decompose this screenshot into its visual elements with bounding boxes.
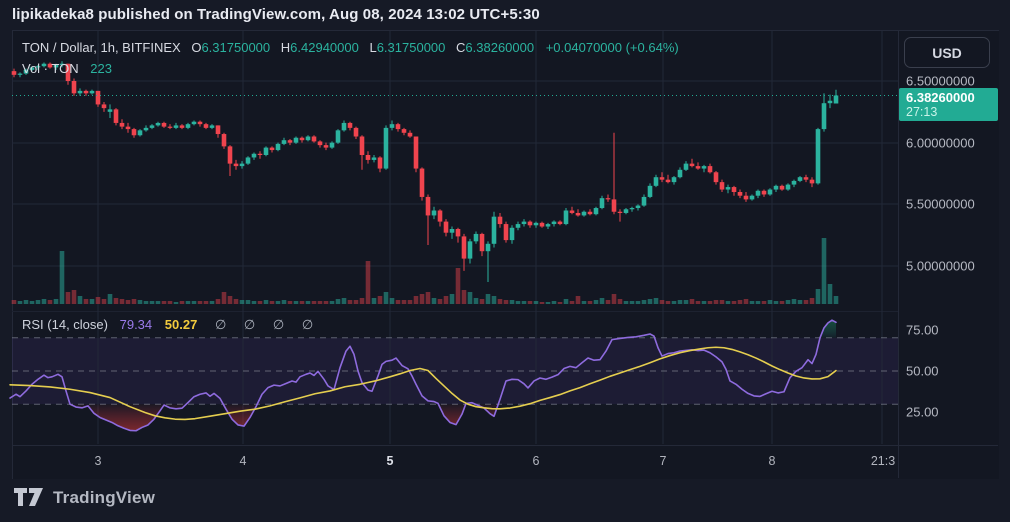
- volume-label: Vol · TON: [22, 61, 79, 76]
- time-axis-label: 6: [532, 454, 540, 468]
- high-label: H: [280, 40, 291, 55]
- rsi-ma-value: 50.27: [164, 317, 198, 332]
- change-value: +0.04070000 (+0.64%): [545, 40, 679, 55]
- close-value: 6.38260000: [465, 40, 535, 55]
- rsi-label: RSI (14, close): [22, 317, 108, 332]
- axis-price-label: 50.00: [906, 363, 939, 379]
- symbol-legend[interactable]: TON / Dollar, 1h, BITFINEX O6.31750000 H…: [22, 40, 679, 55]
- volume-legend[interactable]: Vol · TON 223: [22, 61, 112, 76]
- time-axis-label: 3: [94, 454, 102, 468]
- axis-price-label: 5.00000000: [906, 258, 975, 274]
- rsi-flag-icon: ∅: [301, 317, 314, 332]
- time-axis-label: 21:3: [870, 454, 896, 468]
- tradingview-logo-icon[interactable]: [14, 488, 44, 508]
- high-value: 6.42940000: [290, 40, 359, 55]
- symbol-title: TON / Dollar, 1h, BITFINEX: [22, 40, 181, 55]
- axis-price-label: 6.50000000: [906, 73, 975, 89]
- axis-price-label: 6.00000000: [906, 135, 975, 151]
- rsi-flag-icon: ∅: [214, 317, 227, 332]
- time-axis[interactable]: 3 4 5 6 7 8 21:3: [12, 446, 898, 478]
- axis-price-label: 5.50000000: [906, 196, 975, 212]
- tradingview-snapshot: lipikadeka8 published on TradingView.com…: [0, 0, 1010, 522]
- last-price-badge: 6.38260000 27:13: [899, 88, 998, 122]
- rsi-legend[interactable]: RSI (14, close) 79.34 50.27 ∅ ∅ ∅ ∅: [22, 317, 313, 333]
- axis-price-label: 25.00: [906, 404, 939, 420]
- tradingview-wordmark[interactable]: TradingView: [53, 488, 155, 508]
- volume-value: 223: [90, 61, 112, 76]
- low-label: L: [369, 40, 377, 55]
- footer: TradingView: [14, 488, 155, 508]
- bar-countdown: 27:13: [906, 105, 938, 120]
- time-axis-label: 8: [768, 454, 776, 468]
- rsi-flag-icon: ∅: [243, 317, 256, 332]
- last-price-value: 6.38260000: [906, 90, 975, 106]
- time-axis-label: 7: [659, 454, 667, 468]
- rsi-flag-icon: ∅: [272, 317, 285, 332]
- time-axis-label: 5: [386, 454, 394, 468]
- currency-toggle-button[interactable]: USD: [904, 37, 990, 68]
- close-label: C: [456, 40, 466, 55]
- open-value: 6.31750000: [201, 40, 271, 55]
- axis-price-label: 75.00: [906, 322, 939, 338]
- time-axis-label: 4: [239, 454, 247, 468]
- low-value: 6.31750000: [376, 40, 446, 55]
- open-label: O: [191, 40, 202, 55]
- price-axis[interactable]: USD 6.50000000 6.00000000 5.50000000 5.0000…: [899, 30, 998, 445]
- rsi-value: 79.34: [119, 317, 153, 332]
- chart-canvas[interactable]: [0, 0, 1010, 522]
